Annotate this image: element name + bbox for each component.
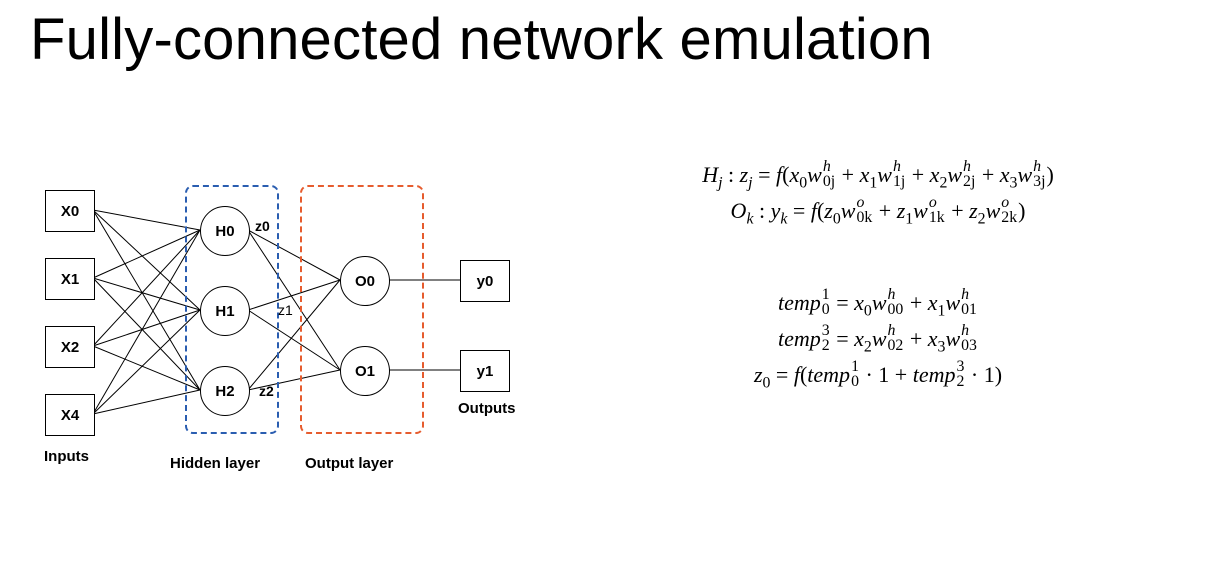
eq-temp2: temp32 = x2wh02 + x3wh03 <box>608 323 1148 355</box>
output-label: Output layer <box>305 455 393 472</box>
network-diagram: X0 X1 X2 X4 H0 H1 H2 z0 z1 z2 O0 O1 y0 y… <box>30 160 570 540</box>
hidden-label: Hidden layer <box>170 455 260 472</box>
input-node-3: X4 <box>45 394 95 436</box>
hidden-node-0: H0 <box>200 206 250 256</box>
eq-output: Ok : yk = f(z0wo0k + z1wo1k + z2wo2k) <box>608 195 1148 227</box>
output-node-0: O0 <box>340 256 390 306</box>
z-label-1: z1 <box>278 302 293 318</box>
z-label-2: z2 <box>259 383 274 399</box>
input-node-2: X2 <box>45 326 95 368</box>
z-label-0: z0 <box>255 218 270 234</box>
y-node-0: y0 <box>460 260 510 302</box>
input-node-1: X1 <box>45 258 95 300</box>
output-layer-box <box>300 185 424 434</box>
output-node-1: O1 <box>340 346 390 396</box>
inputs-label: Inputs <box>44 448 89 465</box>
outputs-label: Outputs <box>458 400 516 417</box>
input-node-0: X0 <box>45 190 95 232</box>
slide-title: Fully-connected network emulation <box>30 6 933 73</box>
hidden-node-2: H2 <box>200 366 250 416</box>
eq-hidden: Hj : zj = f(x0wh0j + x1wh1j + x2wh2j + x… <box>608 159 1148 191</box>
y-node-1: y1 <box>460 350 510 392</box>
eq-temp1: temp10 = x0wh00 + x1wh01 <box>608 287 1148 319</box>
eq-z0: z0 = f(temp10 · 1 + temp32 · 1) <box>608 359 1148 391</box>
hidden-node-1: H1 <box>200 286 250 336</box>
equations-panel: Hj : zj = f(x0wh0j + x1wh1j + x2wh2j + x… <box>608 155 1148 394</box>
